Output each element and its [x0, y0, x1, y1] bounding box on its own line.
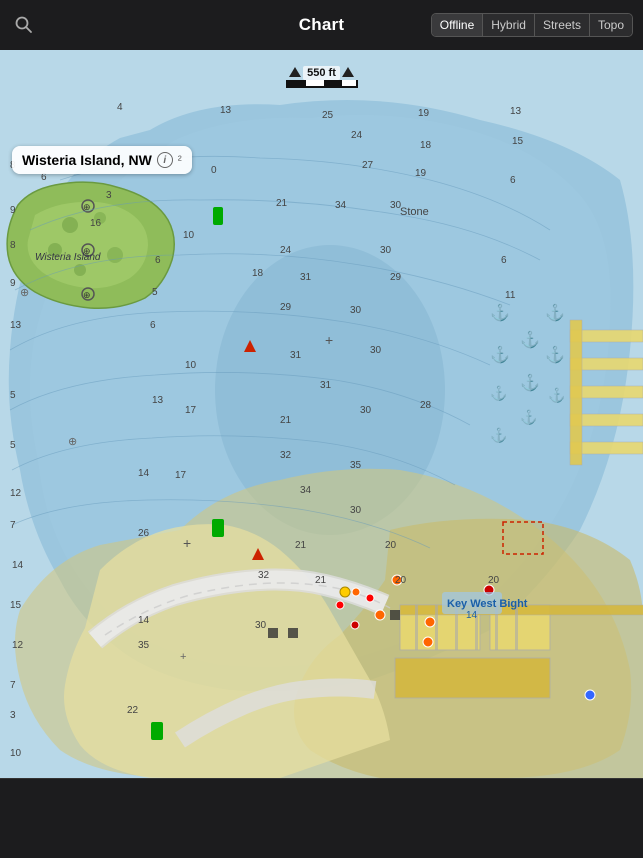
map-type-btn-streets[interactable]: Streets	[535, 14, 590, 36]
svg-text:+: +	[325, 332, 333, 348]
svg-text:Key West Bight: Key West Bight	[447, 598, 528, 610]
svg-text:⚓: ⚓	[545, 303, 565, 322]
map-type-btn-offline[interactable]: Offline	[432, 14, 483, 36]
svg-text:⚓: ⚓	[545, 345, 565, 364]
svg-text:+: +	[180, 651, 186, 663]
svg-text:⊕: ⊕	[83, 290, 91, 300]
map-type-btn-topo[interactable]: Topo	[590, 14, 632, 36]
page-title: Chart	[299, 15, 344, 35]
svg-text:⚓: ⚓	[490, 303, 510, 322]
map-type-selector[interactable]: OfflineHybridStreetsTopo	[431, 13, 633, 37]
svg-text:⚓: ⚓	[520, 330, 540, 349]
scale-bar: 550 ft	[286, 66, 358, 88]
svg-text:Wisteria Island: Wisteria Island	[35, 252, 101, 263]
info-icon[interactable]: i	[157, 152, 173, 168]
location-number: ²	[178, 153, 182, 167]
svg-text:+: +	[183, 535, 191, 551]
search-button[interactable]	[14, 15, 34, 35]
svg-text:⚓: ⚓	[520, 409, 537, 426]
svg-text:14: 14	[466, 610, 478, 621]
svg-text:⚓: ⚓	[490, 345, 510, 364]
svg-text:⊕: ⊕	[68, 436, 77, 448]
map-type-btn-hybrid[interactable]: Hybrid	[483, 14, 535, 36]
location-text: Wisteria Island, NW	[22, 152, 152, 168]
svg-text:⚓: ⚓	[548, 387, 565, 404]
app-header: Chart OfflineHybridStreetsTopo	[0, 0, 643, 50]
location-label: Wisteria Island, NW i ²	[12, 146, 192, 174]
svg-text:⚓: ⚓	[490, 385, 507, 402]
bottom-toolbar	[0, 778, 643, 858]
svg-text:⚓: ⚓	[520, 373, 540, 392]
svg-text:Stone: Stone	[400, 206, 429, 218]
scale-distance: 550 ft	[303, 66, 340, 80]
map-view[interactable]: ⚓ ⚓ ⚓ ⚓ ⚓ ⚓ ⚓ ⚓ ⚓ ⚓ ⊕ ⊕ ⊕ ⊕ ⊕ +	[0, 50, 643, 778]
svg-text:⚓: ⚓	[490, 427, 507, 444]
svg-text:⊕: ⊕	[20, 287, 29, 299]
